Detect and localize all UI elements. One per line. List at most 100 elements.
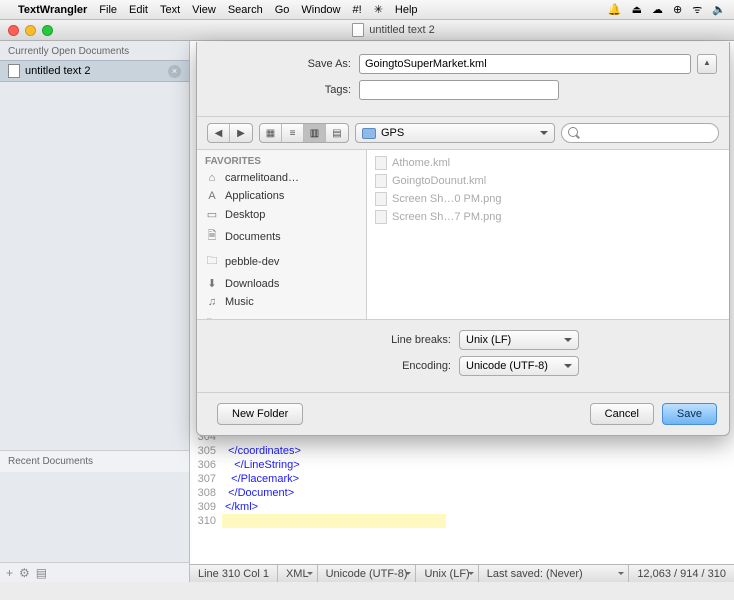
favorite-item[interactable]: ▭ Desktop <box>197 205 366 224</box>
coverflow-view-button[interactable]: ▤ <box>326 124 348 142</box>
tags-field[interactable] <box>359 80 559 100</box>
menubar: TextWrangler File Edit Text View Search … <box>0 0 734 20</box>
file-item[interactable]: Athome.kml <box>371 154 725 172</box>
column-view-button[interactable]: ▥ <box>304 124 326 142</box>
folder-icon <box>362 128 376 139</box>
volume-icon[interactable]: 🔈 <box>712 3 726 16</box>
favorite-item[interactable]: 🗎Documents <box>197 224 366 249</box>
file-icon <box>375 174 387 188</box>
expand-button[interactable]: ▲ <box>697 54 717 74</box>
window-titlebar: untitled text 2 <box>0 20 734 41</box>
status-lineendings[interactable]: Unix (LF) <box>416 565 478 582</box>
encoding-select[interactable]: Unicode (UTF-8) <box>459 356 579 376</box>
linebreaks-select[interactable]: Unix (LF) <box>459 330 579 350</box>
file-label: Athome.kml <box>392 157 450 169</box>
notification-icon[interactable]: 🔔 <box>608 3 622 16</box>
favorite-icon: A <box>205 190 219 202</box>
favorite-item[interactable]: 🗀 pebble-dev <box>197 249 366 274</box>
favorite-label: Desktop <box>225 209 265 221</box>
new-folder-button[interactable]: New Folder <box>217 403 303 425</box>
status-position[interactable]: Line 310 Col 1 <box>190 565 278 582</box>
file-item[interactable]: Screen Sh…7 PM.png <box>371 208 725 226</box>
linebreaks-label: Line breaks: <box>209 334 459 346</box>
icon-view-button[interactable]: ▦ <box>260 124 282 142</box>
favorites-sidebar: FAVORITES ⌂carmelitoand…AApplications ▭ De… <box>197 150 367 319</box>
favorite-label: carmelitoand… <box>225 172 299 184</box>
favorite-label: Music <box>225 296 254 308</box>
document-proxy-icon[interactable] <box>352 23 364 37</box>
menu-go[interactable]: Go <box>275 4 290 16</box>
favorite-item[interactable]: ⌂carmelitoand… <box>197 169 366 187</box>
sync-icon[interactable]: ⊕ <box>673 3 682 16</box>
documents-sidebar: Currently Open Documents untitled text 2… <box>0 41 190 582</box>
list-view-button[interactable]: ≡ <box>282 124 304 142</box>
view-buttons: ▦ ≡ ▥ ▤ <box>259 123 349 143</box>
save-button[interactable]: Save <box>662 403 717 425</box>
favorite-icon: ♫ <box>205 296 219 308</box>
sidebar-open-item[interactable]: untitled text 2 × <box>0 60 189 82</box>
gear-icon[interactable]: ⚙ <box>19 566 30 580</box>
file-label: Screen Sh…7 PM.png <box>392 211 501 223</box>
back-button[interactable]: ◀ <box>208 124 230 142</box>
add-icon[interactable]: + <box>6 566 13 580</box>
window-title: untitled text 2 <box>369 24 434 36</box>
cancel-button[interactable]: Cancel <box>590 403 654 425</box>
favorite-item[interactable]: ♫ Music <box>197 293 366 311</box>
file-label: GoingtoDounut.kml <box>392 175 486 187</box>
file-label: Screen Sh…0 PM.png <box>392 193 501 205</box>
file-icon <box>375 156 387 170</box>
sidebar-recent-header[interactable]: Recent Documents <box>0 450 189 472</box>
favorite-item[interactable]: ⬇ Downloads <box>197 274 366 293</box>
favorite-icon: ▭ <box>205 208 219 221</box>
path-selector[interactable]: GPS <box>355 123 555 143</box>
favorite-label: Downloads <box>225 278 279 290</box>
menu-search[interactable]: Search <box>228 4 263 16</box>
document-icon <box>8 64 20 78</box>
file-icon <box>375 192 387 206</box>
encoding-label: Encoding: <box>209 360 459 372</box>
status-language[interactable]: XML <box>278 565 318 582</box>
save-as-field[interactable] <box>359 54 691 74</box>
favorite-item[interactable]: AApplications <box>197 187 366 205</box>
file-list[interactable]: Athome.kml GoingtoDounut.kml Screen Sh…0 P… <box>367 150 729 319</box>
menu-view[interactable]: View <box>192 4 216 16</box>
file-item[interactable]: GoingtoDounut.kml <box>371 172 725 190</box>
close-window[interactable] <box>8 25 19 36</box>
menu-shebang-icon[interactable]: ✳ <box>374 3 383 16</box>
status-saved[interactable]: Last saved: (Never) <box>479 565 630 582</box>
menu-edit[interactable]: Edit <box>129 4 148 16</box>
menu-window[interactable]: Window <box>301 4 340 16</box>
favorite-label: pebble-dev <box>225 256 279 268</box>
browser-toolbar: ◀ ▶ ▦ ≡ ▥ ▤ GPS <box>197 116 729 150</box>
eject-icon[interactable]: ⏏ <box>632 3 642 16</box>
file-icon <box>375 210 387 224</box>
nav-buttons: ◀ ▶ <box>207 123 253 143</box>
close-doc-icon[interactable]: × <box>168 65 181 78</box>
search-icon <box>568 127 580 139</box>
cloud-icon[interactable]: ☁ <box>652 3 663 16</box>
favorite-icon: 🗎 <box>205 227 219 246</box>
favorite-icon: ⬇ <box>205 277 219 290</box>
forward-button[interactable]: ▶ <box>230 124 252 142</box>
menu-help[interactable]: Help <box>395 4 418 16</box>
search-field[interactable] <box>561 123 719 143</box>
wifi-icon[interactable]: ᯤ <box>692 2 702 17</box>
zoom-window[interactable] <box>42 25 53 36</box>
status-encoding[interactable]: Unicode (UTF-8) <box>318 565 417 582</box>
status-counts: 12,063 / 914 / 310 <box>629 565 734 582</box>
sidebar-footer: + ⚙ ▤ <box>0 562 189 582</box>
minimize-window[interactable] <box>25 25 36 36</box>
menu-text[interactable]: Text <box>160 4 180 16</box>
favorite-icon: 🗀 <box>205 314 219 319</box>
save-sheet: Save As: ▲ Tags: ◀ ▶ ▦ ≡ ▥ ▤ GPS FAVOR <box>196 42 730 436</box>
menu-file[interactable]: File <box>99 4 117 16</box>
favorite-icon: 🗀 <box>205 252 219 271</box>
app-menu[interactable]: TextWrangler <box>18 4 87 16</box>
sidebar-item-label: untitled text 2 <box>25 65 90 77</box>
favorite-item[interactable]: 🗀Appicons <box>197 311 366 319</box>
list-icon[interactable]: ▤ <box>36 566 47 580</box>
favorites-header: FAVORITES <box>197 150 366 169</box>
sidebar-open-header: Currently Open Documents <box>0 41 189 60</box>
menu-shebang[interactable]: #! <box>353 4 362 16</box>
file-item[interactable]: Screen Sh…0 PM.png <box>371 190 725 208</box>
